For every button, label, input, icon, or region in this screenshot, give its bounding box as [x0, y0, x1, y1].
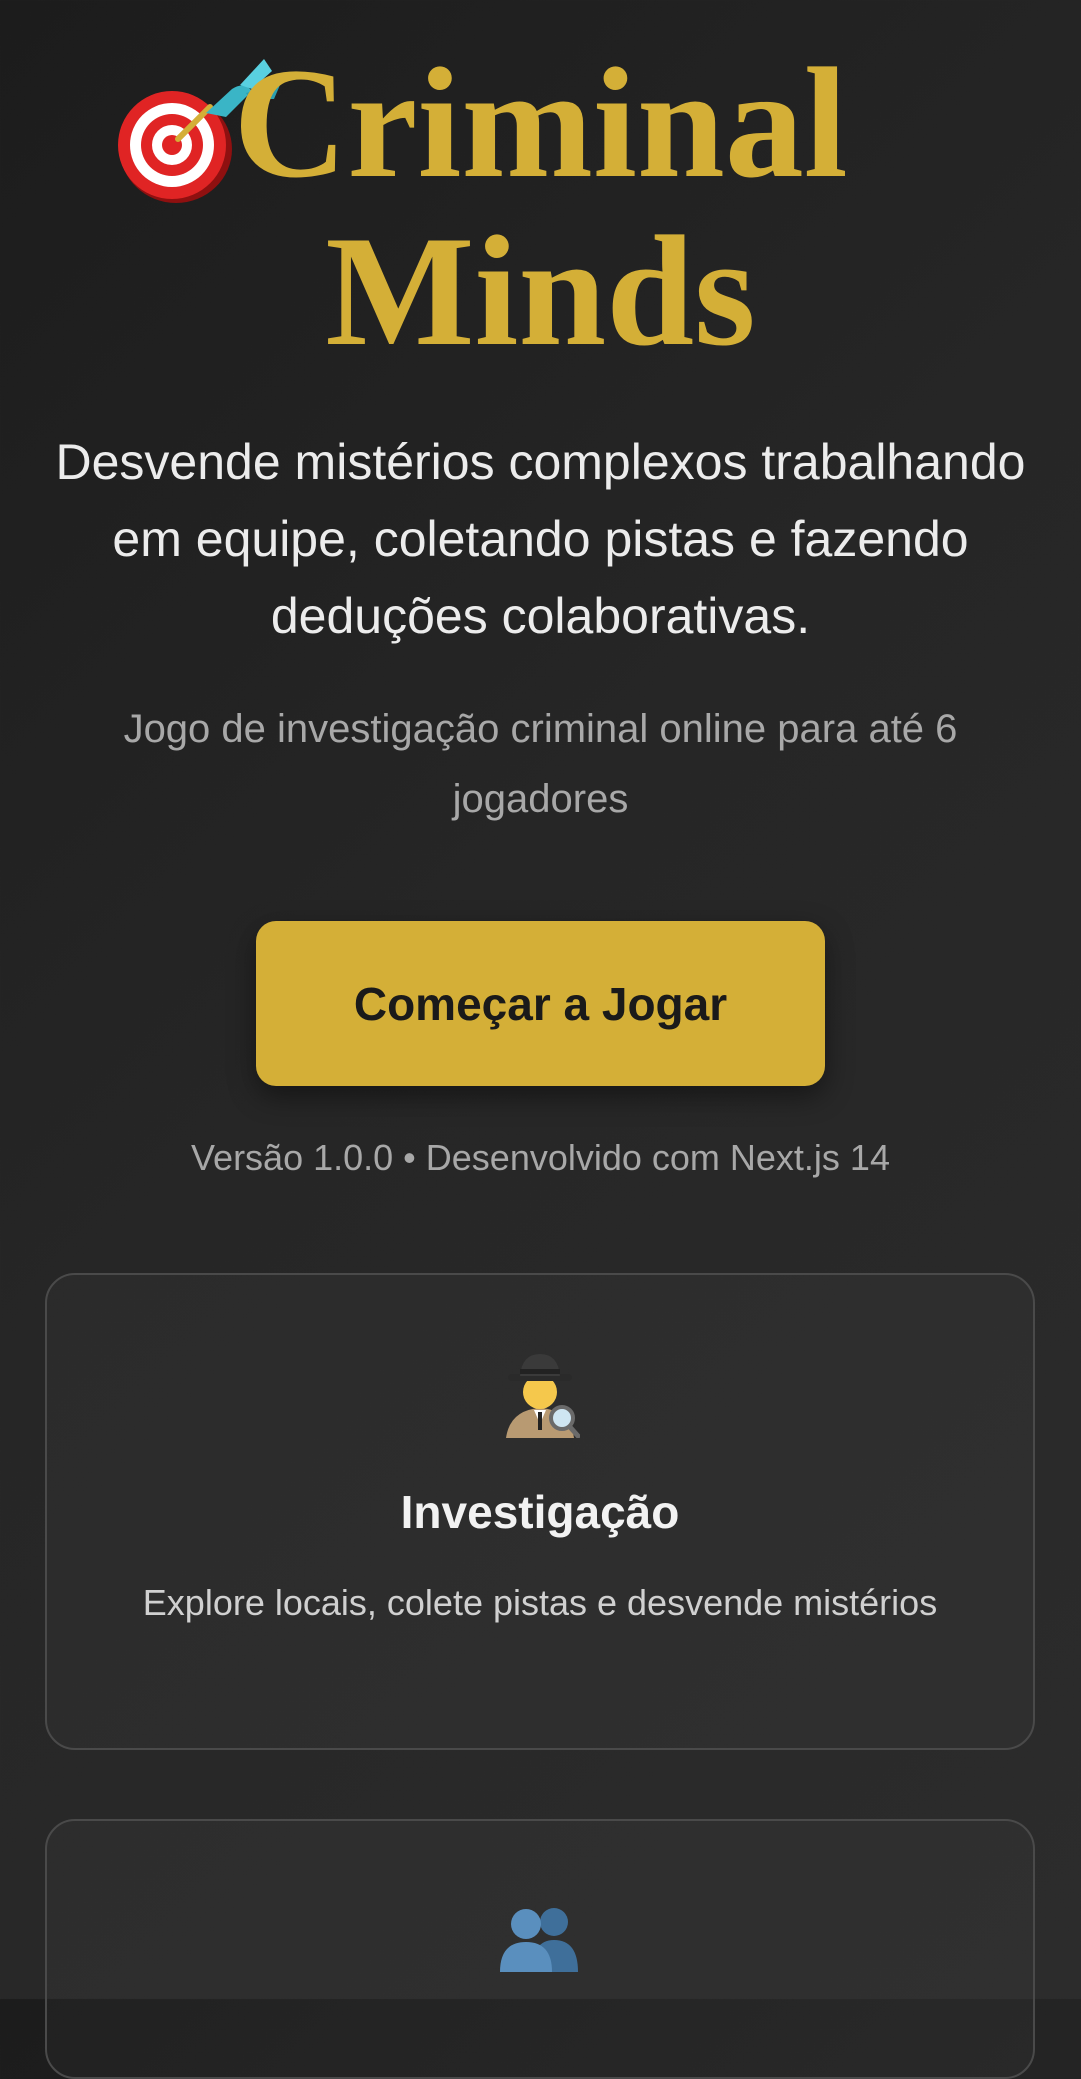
feature-card-team	[45, 1819, 1035, 2079]
detective-icon	[506, 1354, 580, 1438]
title-line-2: Minds	[325, 204, 756, 379]
title-line-1: Criminal	[233, 36, 848, 211]
version-info: Versão 1.0.0 • Desenvolvido com Next.js …	[191, 1137, 890, 1178]
two-people-icon	[500, 1908, 578, 1972]
hero-tagline: Jogo de investigação criminal online par…	[123, 707, 958, 821]
feature-title: Investigação	[400, 1486, 680, 1538]
hero-subtitle: Desvende mistérios complexos trabalhando…	[55, 434, 1026, 644]
page-title: Criminal Minds	[0, 40, 1081, 376]
start-game-button[interactable]: Começar a Jogar	[256, 921, 825, 1086]
feature-description: Explore locais, colete pistas e desvende…	[142, 1582, 938, 1623]
feature-card-investigation: Investigação Explore locais, colete pist…	[45, 1273, 1035, 1750]
